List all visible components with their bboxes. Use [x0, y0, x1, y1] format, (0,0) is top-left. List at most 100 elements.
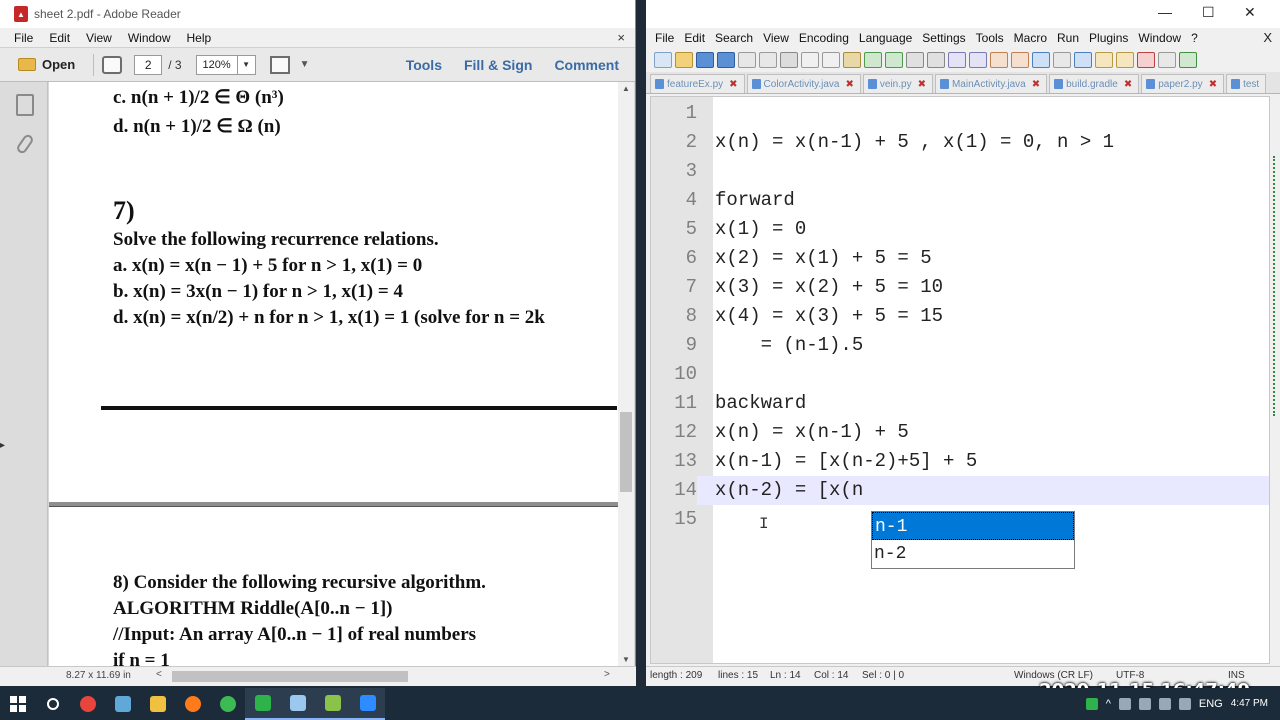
save-all-icon[interactable]: [717, 52, 735, 68]
tools-pane-button[interactable]: Tools: [395, 57, 453, 73]
file-tab[interactable]: MainActivity.java ✖: [934, 74, 1048, 93]
zoom-input[interactable]: 120%: [195, 54, 238, 75]
show-all-chars-icon[interactable]: [1053, 52, 1071, 68]
start-button[interactable]: [0, 688, 35, 720]
code-line[interactable]: 9 = (n-1).5: [651, 331, 1269, 360]
undo-icon[interactable]: [864, 52, 882, 68]
taskbar-app[interactable]: [105, 688, 140, 720]
file-tab[interactable]: test: [1226, 74, 1267, 93]
taskbar-chrome[interactable]: [70, 688, 105, 720]
scroll-up-icon[interactable]: ▲: [622, 84, 630, 93]
file-tab[interactable]: featureEx.py ✖: [650, 74, 745, 93]
autocomplete-item-selected[interactable]: n-1: [872, 512, 1074, 540]
close-all-icon[interactable]: [759, 52, 777, 68]
npp-menu-edit[interactable]: Edit: [679, 31, 710, 45]
taskbar-explorer[interactable]: [140, 688, 175, 720]
security-icon[interactable]: [1178, 698, 1191, 710]
reader-menu-file[interactable]: File: [6, 31, 41, 45]
autocomplete-item[interactable]: n-2: [872, 540, 1074, 568]
code-line[interactable]: 3: [651, 157, 1269, 186]
function-list-icon[interactable]: [1116, 52, 1134, 68]
npp-vertical-scrollbar[interactable]: [1270, 96, 1280, 664]
npp-menu-run[interactable]: Run: [1052, 31, 1084, 45]
taskbar-firefox[interactable]: [175, 688, 210, 720]
open-file-icon[interactable]: [675, 52, 693, 68]
tab-close-icon[interactable]: ✖: [846, 79, 854, 90]
npp-doc-close-icon[interactable]: X: [1263, 30, 1272, 45]
code-line[interactable]: 12 x(n) = x(n-1) + 5: [651, 418, 1269, 447]
save-icon[interactable]: [696, 52, 714, 68]
code-line[interactable]: 4 forward: [651, 186, 1269, 215]
replace-icon[interactable]: [927, 52, 945, 68]
code-line[interactable]: 13 x(n-1) = [x(n-2)+5] + 5: [651, 447, 1269, 476]
reader-doc-close-icon[interactable]: ×: [617, 30, 625, 45]
reader-menu-view[interactable]: View: [78, 31, 120, 45]
zoom-dropdown-icon[interactable]: ▼: [237, 54, 256, 75]
horizontal-scroll-thumb[interactable]: [172, 671, 408, 682]
npp-menu-window[interactable]: Window: [1133, 31, 1186, 45]
code-line[interactable]: 6 x(2) = x(1) + 5 = 5: [651, 244, 1269, 273]
scroll-thumb[interactable]: [620, 412, 632, 492]
zoom-in-icon[interactable]: [948, 52, 966, 68]
page-number-input[interactable]: 2: [134, 54, 163, 75]
fill-sign-pane-button[interactable]: Fill & Sign: [453, 57, 543, 73]
print-icon[interactable]: [780, 52, 798, 68]
file-tab[interactable]: vein.py ✖: [862, 74, 933, 93]
sync-scroll-icon[interactable]: [990, 52, 1008, 68]
taskbar-clock[interactable]: 4:47 PM: [1231, 698, 1268, 710]
reader-menu-window[interactable]: Window: [120, 31, 179, 45]
reader-vertical-scrollbar[interactable]: ▲ ▼: [618, 82, 634, 666]
tab-close-icon[interactable]: ✖: [1209, 79, 1217, 90]
taskbar-app-blue[interactable]: [280, 688, 315, 720]
fit-page-icon[interactable]: [269, 55, 290, 74]
scroll-right-icon[interactable]: >: [604, 669, 610, 680]
attachments-icon[interactable]: [15, 132, 35, 156]
open-button[interactable]: Open: [8, 52, 85, 78]
word-wrap-icon[interactable]: [1032, 52, 1050, 68]
scroll-down-icon[interactable]: ▼: [622, 655, 630, 664]
cut-icon[interactable]: [801, 52, 819, 68]
toolbar-more-icon[interactable]: ▼: [300, 59, 310, 70]
npp-menu-view[interactable]: View: [758, 31, 794, 45]
current-code-line[interactable]: 14 x(n-2) = [x(n: [651, 476, 1269, 505]
network-icon[interactable]: [1118, 698, 1131, 710]
close-file-icon[interactable]: [738, 52, 756, 68]
paste-icon[interactable]: [843, 52, 861, 68]
close-window-icon[interactable]: ✕: [1244, 4, 1256, 21]
taskbar-chrome-2[interactable]: [210, 688, 245, 720]
npp-menu-language[interactable]: Language: [854, 31, 917, 45]
play-macro-icon[interactable]: [1179, 52, 1197, 68]
npp-menu-tools[interactable]: Tools: [971, 31, 1009, 45]
taskbar-app-green[interactable]: [245, 688, 280, 720]
file-tab[interactable]: build.gradle ✖: [1049, 74, 1140, 93]
tab-close-icon[interactable]: ✖: [729, 79, 737, 90]
autocomplete-popup[interactable]: n-1 n-2: [871, 511, 1075, 569]
stop-macro-icon[interactable]: [1158, 52, 1176, 68]
battery-icon[interactable]: [1138, 698, 1151, 710]
comment-pane-button[interactable]: Comment: [543, 57, 635, 73]
code-editor[interactable]: 1 2 x(n) = x(n-1) + 5 , x(1) = 0, n > 1 3…: [650, 96, 1270, 664]
page-thumbnails-icon[interactable]: [16, 94, 34, 116]
npp-menu-macro[interactable]: Macro: [1009, 31, 1052, 45]
scroll-left-icon[interactable]: <: [156, 669, 162, 680]
sync-hscroll-icon[interactable]: [1011, 52, 1029, 68]
npp-menu-encoding[interactable]: Encoding: [794, 31, 854, 45]
code-line[interactable]: 2 x(n) = x(n-1) + 5 , x(1) = 0, n > 1: [651, 128, 1269, 157]
print-icon[interactable]: [102, 55, 123, 74]
file-tab[interactable]: ColorActivity.java ✖: [746, 74, 861, 93]
minimize-icon[interactable]: —: [1158, 4, 1172, 20]
code-line[interactable]: 11 backward: [651, 389, 1269, 418]
maximize-icon[interactable]: ☐: [1202, 4, 1215, 21]
new-file-icon[interactable]: [654, 52, 672, 68]
tab-close-icon[interactable]: ✖: [1124, 79, 1132, 90]
volume-icon[interactable]: [1158, 698, 1171, 710]
npp-menu-help[interactable]: ?: [1186, 31, 1203, 45]
taskbar-app-chat[interactable]: [350, 688, 385, 720]
reader-menu-help[interactable]: Help: [179, 31, 220, 45]
indent-guide-icon[interactable]: [1074, 52, 1092, 68]
document-view[interactable]: c. n(n + 1)/2 ∈ Θ (n³) d. n(n + 1)/2 ∈ Ω…: [49, 82, 619, 666]
npp-menu-search[interactable]: Search: [710, 31, 758, 45]
find-icon[interactable]: [906, 52, 924, 68]
search-button[interactable]: [35, 688, 70, 720]
tray-app-icon[interactable]: [1085, 698, 1098, 710]
